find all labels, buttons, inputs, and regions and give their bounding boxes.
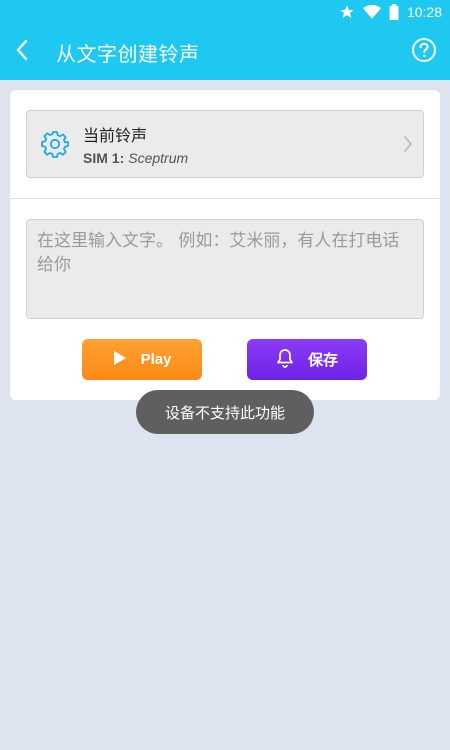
divider <box>10 198 440 199</box>
play-label: Play <box>140 351 172 368</box>
status-time: 10:28 <box>406 4 442 20</box>
page-title: 从文字创建铃声 <box>56 41 200 66</box>
save-button[interactable]: 保存 <box>247 339 367 380</box>
chevron-right-icon <box>393 135 423 153</box>
ringtone-card: 当前铃声 SIM 1: Sceptrum 在这里输入文字。 例如：艾米丽，有人在打… <box>10 90 440 400</box>
status-bar: 10:28 <box>0 0 450 24</box>
play-button[interactable]: Play <box>82 339 202 380</box>
help-icon <box>411 37 437 67</box>
back-arrow-icon <box>15 39 29 65</box>
toast-message: 设备不支持此功能 <box>136 390 314 434</box>
back-button[interactable] <box>0 24 44 80</box>
wifi-icon <box>362 4 381 20</box>
bell-icon <box>276 348 294 372</box>
sim-ringtone-name: Sceptrum <box>128 150 189 166</box>
save-label: 保存 <box>307 352 338 369</box>
sim-label: SIM 1: <box>83 150 125 166</box>
battery-icon <box>389 4 399 20</box>
play-icon <box>113 350 127 370</box>
current-ringtone-row[interactable]: 当前铃声 SIM 1: Sceptrum <box>26 110 424 178</box>
app-bar: 从文字创建铃声 <box>0 24 450 80</box>
help-button[interactable] <box>398 24 450 80</box>
gear-icon <box>33 110 77 178</box>
text-input[interactable]: 在这里输入文字。 例如：艾米丽，有人在打电话给你 <box>26 219 424 319</box>
ringtone-title: 当前铃声 <box>83 126 148 145</box>
ringtone-sim-line: SIM 1: Sceptrum <box>83 150 393 166</box>
star-icon <box>339 4 355 20</box>
